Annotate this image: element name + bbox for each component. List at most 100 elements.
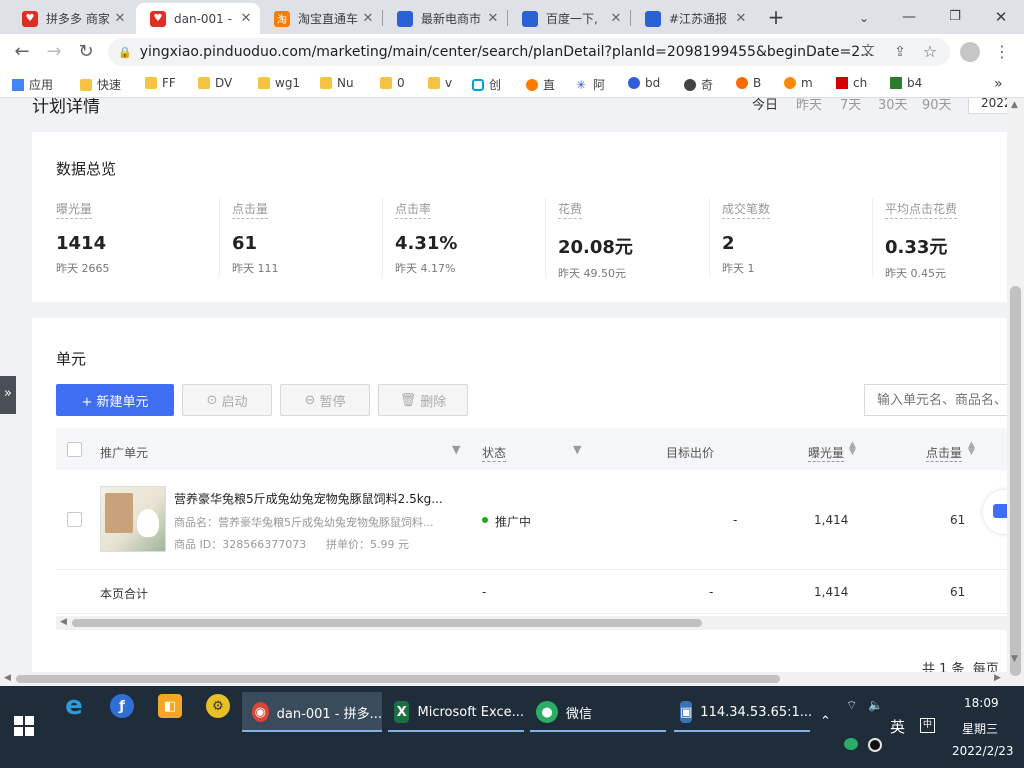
date-tab-today[interactable]: 今日 (752, 98, 778, 113)
page-v-scroll-thumb[interactable] (1010, 286, 1021, 676)
tab-baidu[interactable]: 🐾 百度一下, ✕ (508, 3, 630, 34)
page-viewport: 计划详情 今日 昨天 7天 30天 90天 2022 数据总览 曝光量 1414… (0, 98, 1007, 686)
tab-search-chevron-icon[interactable]: ⌄ (854, 8, 874, 28)
app-yellow-icon[interactable]: ⚙ (206, 694, 230, 718)
scroll-up-arrow-icon[interactable]: ▲ (1011, 100, 1018, 110)
bookmark-folder[interactable]: 快速 (80, 76, 121, 93)
taskbar-chrome[interactable]: ◉ dan-001 - 拼多... (242, 692, 382, 732)
bookmark-qi[interactable]: 奇 (684, 76, 713, 93)
bookmark-b4[interactable]: b4 (890, 76, 922, 90)
bookmark-star-icon[interactable]: ☆ (918, 40, 942, 64)
new-tab-button[interactable]: + (764, 6, 788, 30)
col-impressions[interactable]: 曝光量 (808, 444, 845, 462)
wechat-tray-icon[interactable] (844, 738, 858, 750)
bookmark-folder[interactable]: wg1 (258, 76, 300, 90)
bookmark-folder[interactable]: v (428, 76, 452, 90)
bookmark-b[interactable]: B (736, 76, 761, 90)
taskbar-excel[interactable]: X Microsoft Exce... (388, 692, 524, 732)
unit-title[interactable]: 营养豪华兔粮5斤成兔幼兔宠物兔豚鼠饲料2.5kg... (174, 490, 443, 507)
product-thumbnail[interactable] (100, 486, 166, 552)
date-tab-90days[interactable]: 90天 (922, 98, 952, 113)
unit-search-input[interactable] (864, 384, 1007, 416)
windows-start-icon[interactable] (14, 716, 34, 736)
bookmark-apps[interactable]: 应用 (12, 76, 53, 93)
ie-icon[interactable]: e (62, 691, 86, 721)
date-tab-yesterday[interactable]: 昨天 (796, 98, 822, 113)
bookmark-folder[interactable]: DV (198, 76, 232, 90)
metric-spend: 花费 20.08元 昨天 49.50元 (558, 202, 633, 280)
qq-tray-icon[interactable] (868, 738, 882, 752)
scroll-left-arrow-icon[interactable]: ◀ (60, 617, 67, 627)
scroll-right-arrow-icon[interactable]: ▶ (994, 673, 1001, 683)
select-all-checkbox[interactable] (67, 442, 82, 457)
taskbar-wechat[interactable]: ● 微信 (530, 692, 666, 732)
filter-icon[interactable]: ▼ (573, 443, 581, 456)
target-bid[interactable]: - (733, 513, 737, 527)
bookmark-ali[interactable]: ✳ 阿 (576, 76, 605, 93)
date-tab-7days[interactable]: 7天 (840, 98, 861, 113)
bookmark-folder[interactable]: 0 (380, 76, 405, 90)
tab-pdd-merchant[interactable]: ♥ 拼多多 商家 ✕ (8, 3, 134, 34)
col-clicks[interactable]: 点击量 (926, 444, 963, 462)
col-promo-unit: 推广单元 (100, 446, 149, 460)
volume-icon[interactable]: 🔈 (868, 698, 883, 712)
date-tab-30days[interactable]: 30天 (878, 98, 908, 113)
bookmark-m[interactable]: m (784, 76, 813, 90)
folder-icon (80, 78, 92, 91)
tab-ecommerce-news[interactable]: 🐾 最新电商市 ✕ (383, 3, 507, 34)
reload-button[interactable]: ↻ (74, 40, 98, 64)
clock-time[interactable]: 18:09 (964, 696, 999, 710)
page-vertical-scrollbar[interactable]: ▲ ▼ (1007, 98, 1024, 686)
sidebar-expand-button[interactable]: » (0, 376, 16, 414)
ime-mode-icon[interactable]: 中 (920, 718, 935, 733)
table-scroll-thumb[interactable] (72, 619, 702, 627)
address-bar[interactable]: 🔒 yingxiao.pinduoduo.com/marketing/main/… (108, 38, 950, 66)
scroll-down-arrow-icon[interactable]: ▼ (1011, 654, 1018, 664)
close-tab-icon[interactable]: ✕ (485, 11, 501, 26)
bookmark-ch[interactable]: ch (836, 76, 867, 90)
page-horizontal-scrollbar[interactable]: ◀ ▶ (0, 672, 1007, 686)
more-bookmarks-icon[interactable]: » (994, 76, 1003, 92)
share-icon[interactable]: ⇪ (888, 40, 912, 64)
start-button[interactable]: ⊙ 启动 (182, 384, 272, 416)
back-button[interactable]: ← (10, 40, 34, 64)
close-tab-icon[interactable]: ✕ (608, 11, 624, 26)
bookmark-taobao[interactable]: 直 (526, 76, 555, 93)
translate-icon[interactable]: 文 (856, 40, 880, 64)
close-tab-icon[interactable]: ✕ (733, 11, 749, 26)
snowflake-icon: ✳ (576, 77, 587, 92)
sort-icon[interactable]: ▲ ▼ (968, 441, 975, 457)
tab-jiangsu[interactable]: 🐾 #江苏通报 ✕ (631, 3, 755, 34)
table-horizontal-scrollbar[interactable]: ◀ (56, 616, 1007, 630)
close-tab-icon[interactable]: ✕ (112, 11, 128, 26)
new-unit-button[interactable]: + 新建单元 (56, 384, 174, 416)
forward-button[interactable]: → (42, 40, 66, 64)
app-f-icon[interactable]: ƒ (110, 694, 134, 718)
date-range-input[interactable]: 2022 (968, 98, 1007, 114)
tab-taobao[interactable]: 淘 淘宝直通车 ✕ (260, 3, 382, 34)
app-orange-icon[interactable]: ◧ (158, 694, 182, 718)
minimize-button[interactable]: — (898, 6, 920, 28)
bookmark-bilibili[interactable]: 创 (472, 76, 501, 93)
tray-overflow-icon[interactable]: ⌃ (820, 714, 831, 729)
page-h-scroll-thumb[interactable] (16, 675, 780, 683)
profile-avatar[interactable] (960, 42, 980, 62)
bookmark-baidu[interactable]: bd (628, 76, 660, 90)
pause-button[interactable]: ⊖ 暂停 (280, 384, 370, 416)
bookmark-folder[interactable]: FF (145, 76, 176, 90)
filter-icon[interactable]: ▼ (452, 443, 460, 456)
restore-button[interactable]: ❐ (944, 6, 966, 28)
tab-dan-001[interactable]: ♥ dan-001 - ✕ (136, 3, 260, 34)
scroll-left-arrow-icon[interactable]: ◀ (4, 673, 11, 683)
wifi-icon[interactable]: ⌔ (846, 698, 857, 713)
close-tab-icon[interactable]: ✕ (360, 11, 376, 26)
row-checkbox[interactable] (67, 512, 82, 527)
ime-indicator[interactable]: 英 (890, 716, 905, 737)
bookmark-folder[interactable]: Nu (320, 76, 354, 90)
sort-icon[interactable]: ▲ ▼ (849, 441, 856, 457)
close-window-button[interactable]: ✕ (990, 6, 1012, 28)
menu-kebab-icon[interactable]: ⋮ (990, 40, 1014, 64)
taskbar-remote-desktop[interactable]: ▣ 114.34.53.65:1... (674, 692, 812, 732)
delete-button[interactable]: 🗑 删除 (378, 384, 468, 416)
close-tab-icon[interactable]: ✕ (238, 11, 254, 26)
